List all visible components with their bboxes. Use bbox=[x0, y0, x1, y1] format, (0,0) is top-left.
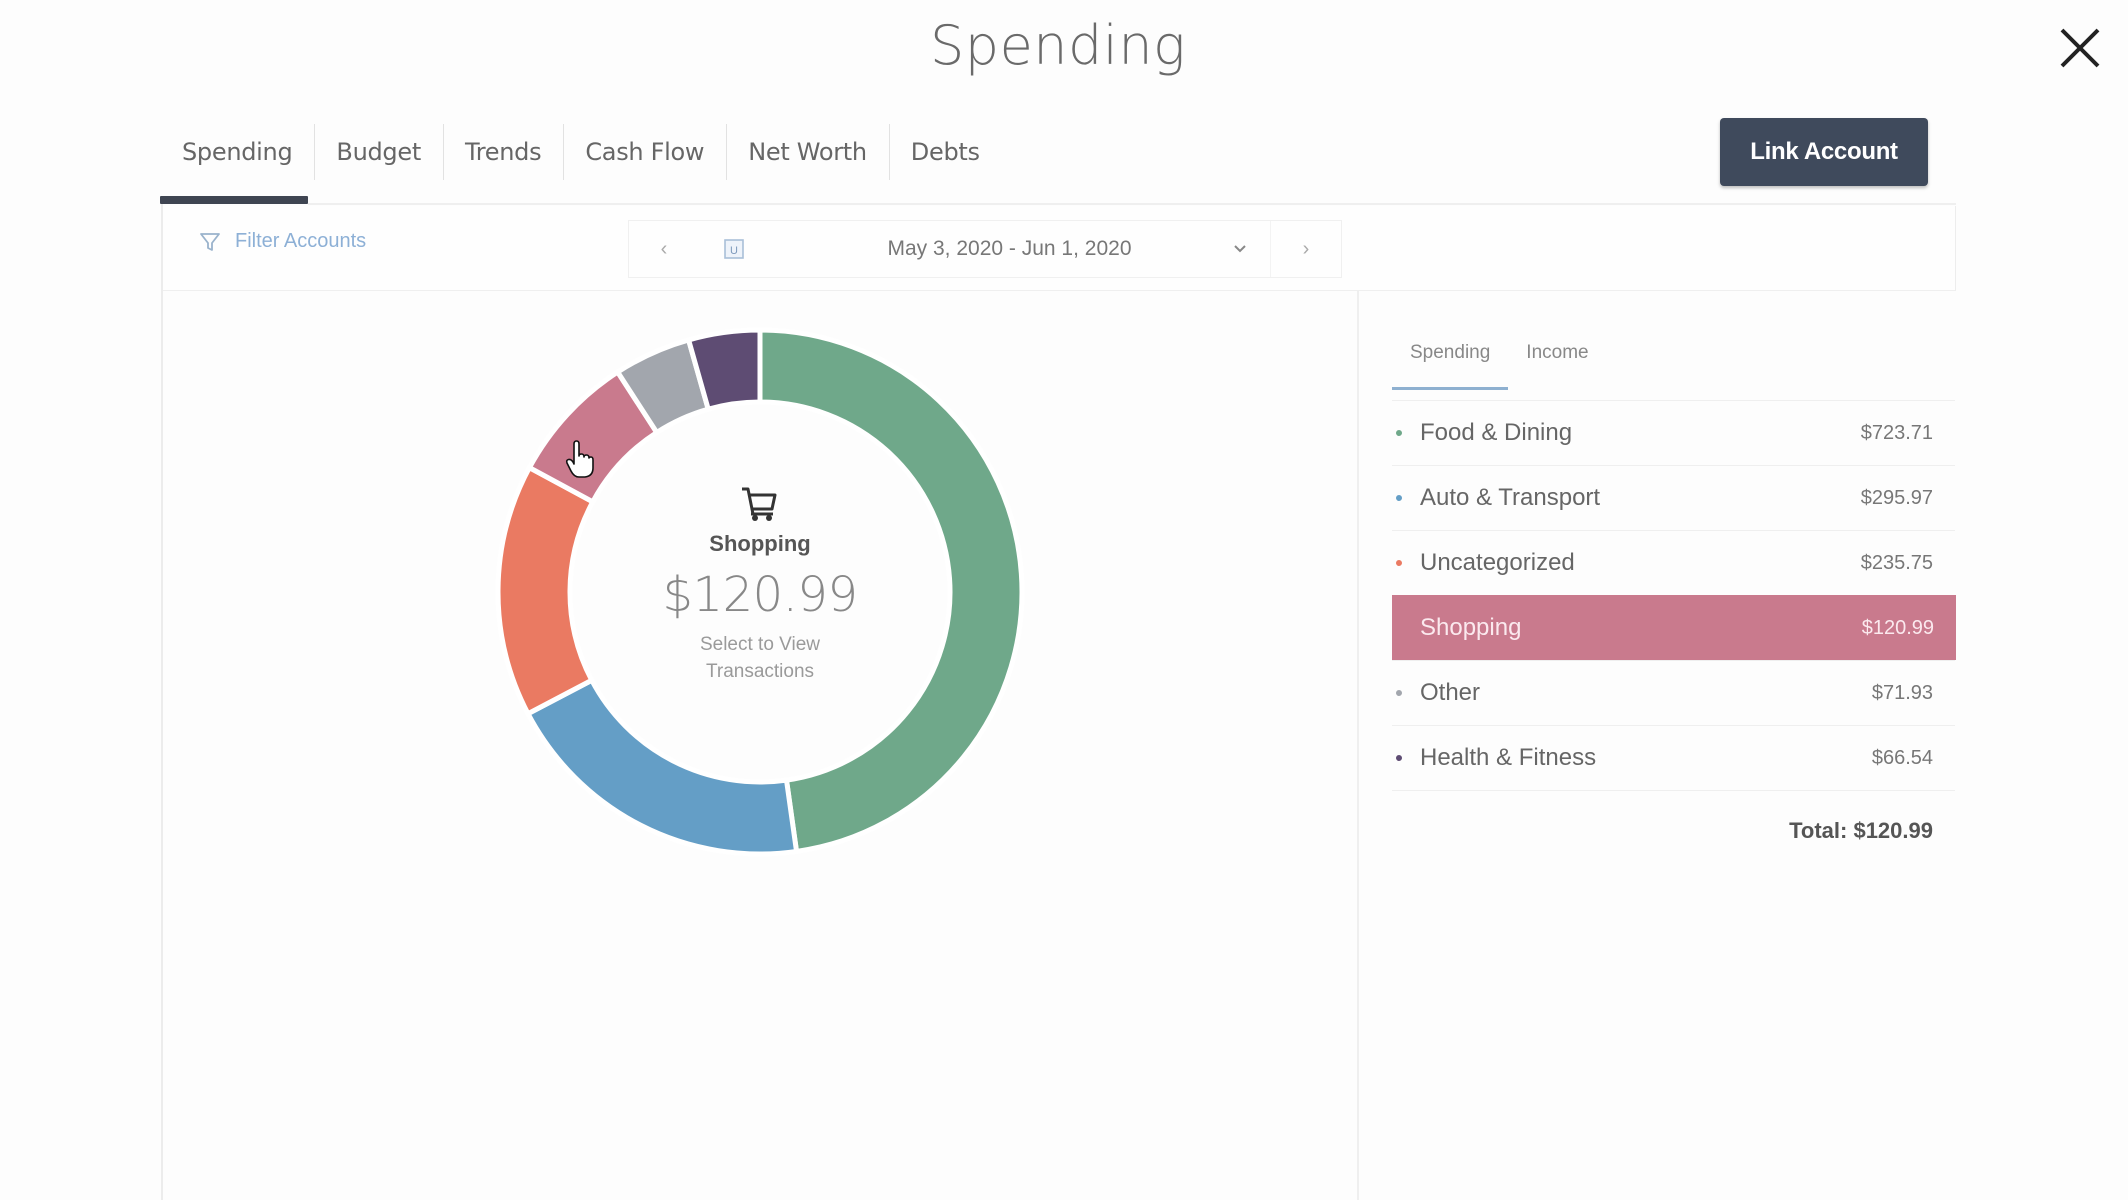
category-label: Other bbox=[1420, 679, 1481, 706]
selected-category-amount: $120.99 bbox=[662, 567, 859, 623]
category-amount: $295.97 bbox=[1860, 486, 1933, 509]
calendar-icon: U bbox=[724, 239, 744, 259]
hint-line-1: Select to View bbox=[699, 634, 821, 655]
panel-border bbox=[161, 204, 163, 1200]
filter-bar: Filter Accounts ‹ U May 3, 2020 - Jun 1,… bbox=[163, 206, 1956, 291]
category-row[interactable]: Auto & Transport $295.97 bbox=[1392, 465, 1955, 530]
category-row[interactable]: Uncategorized $235.75 bbox=[1392, 530, 1955, 595]
category-row[interactable]: Health & Fitness $66.54 bbox=[1392, 725, 1955, 790]
donut-center-summary: Shopping $120.99 Select to View Transact… bbox=[610, 485, 910, 685]
category-amount: $66.54 bbox=[1871, 746, 1933, 769]
panel-divider bbox=[1357, 291, 1359, 1200]
category-row[interactable]: Food & Dining $723.71 bbox=[1392, 400, 1955, 465]
tab-spending[interactable]: Spending bbox=[160, 124, 314, 180]
close-icon[interactable] bbox=[2056, 24, 2104, 72]
tab-debts[interactable]: Debts bbox=[888, 124, 1002, 180]
category-amount: $120.99 bbox=[1861, 616, 1934, 639]
link-account-button[interactable]: Link Account bbox=[1720, 118, 1928, 186]
chevron-left-icon: ‹ bbox=[660, 237, 668, 260]
category-amount: $71.93 bbox=[1871, 681, 1933, 704]
prev-period-button[interactable]: ‹ bbox=[629, 221, 699, 277]
tab-trends[interactable]: Trends bbox=[442, 124, 563, 180]
donut-slice-auto-transport[interactable] bbox=[524, 676, 800, 857]
date-range-picker: ‹ U May 3, 2020 - Jun 1, 2020 › bbox=[628, 220, 1342, 278]
category-row[interactable]: Shopping $120.99 bbox=[1392, 595, 1956, 660]
category-color-dot bbox=[1396, 755, 1402, 761]
category-list: Food & Dining $723.71 Auto & Transport $295… bbox=[1392, 400, 1956, 791]
donut-slice-uncategorized[interactable] bbox=[495, 464, 597, 718]
main-tabs: Spending Budget Trends Cash Flow Net Wor… bbox=[160, 124, 1002, 204]
chevron-down-icon bbox=[1234, 245, 1246, 253]
calendar-button[interactable]: U bbox=[699, 221, 769, 277]
tab-budget[interactable]: Budget bbox=[314, 124, 443, 180]
chevron-right-icon: › bbox=[1302, 237, 1310, 260]
tabs-divider bbox=[308, 203, 1956, 205]
filter-accounts-button[interactable]: Filter Accounts bbox=[199, 230, 366, 253]
spending-income-tabs: Spending Income bbox=[1392, 332, 1607, 390]
category-label: Health & Fitness bbox=[1420, 744, 1597, 771]
tab-net-worth[interactable]: Net Worth bbox=[726, 124, 889, 180]
category-color-dot bbox=[1396, 430, 1402, 436]
shopping-cart-icon bbox=[742, 487, 777, 521]
next-period-button[interactable]: › bbox=[1271, 221, 1341, 277]
page-title: Spending bbox=[930, 14, 1186, 77]
tab-cash-flow[interactable]: Cash Flow bbox=[563, 124, 726, 180]
svg-text:U: U bbox=[730, 245, 738, 257]
filter-accounts-label: Filter Accounts bbox=[235, 230, 367, 252]
category-label: Shopping bbox=[1420, 614, 1522, 641]
total-amount: Total: $120.99 bbox=[1789, 818, 1933, 843]
category-color-dot bbox=[1396, 495, 1402, 501]
date-range-dropdown[interactable] bbox=[1210, 221, 1271, 277]
side-tab-spending[interactable]: Spending bbox=[1392, 332, 1509, 390]
category-amount: $235.75 bbox=[1860, 551, 1933, 574]
active-tab-indicator bbox=[160, 196, 308, 204]
view-transactions-link[interactable]: Select to View Transactions bbox=[610, 631, 910, 685]
date-range-label[interactable]: May 3, 2020 - Jun 1, 2020 bbox=[769, 237, 1210, 261]
category-label: Food & Dining bbox=[1420, 419, 1573, 446]
selected-category-label: Shopping bbox=[709, 531, 811, 556]
list-end-divider bbox=[1392, 790, 1955, 791]
side-tab-income[interactable]: Income bbox=[1508, 332, 1606, 388]
category-label: Auto & Transport bbox=[1420, 484, 1601, 511]
funnel-icon bbox=[200, 232, 220, 251]
hint-line-2: Transactions bbox=[705, 661, 815, 682]
category-row[interactable]: Other $71.93 bbox=[1392, 660, 1955, 725]
hand-cursor-icon bbox=[565, 440, 594, 478]
category-color-dot bbox=[1396, 690, 1402, 696]
category-label: Uncategorized bbox=[1420, 549, 1575, 576]
category-color-dot bbox=[1396, 560, 1402, 566]
category-amount: $723.71 bbox=[1860, 421, 1933, 444]
